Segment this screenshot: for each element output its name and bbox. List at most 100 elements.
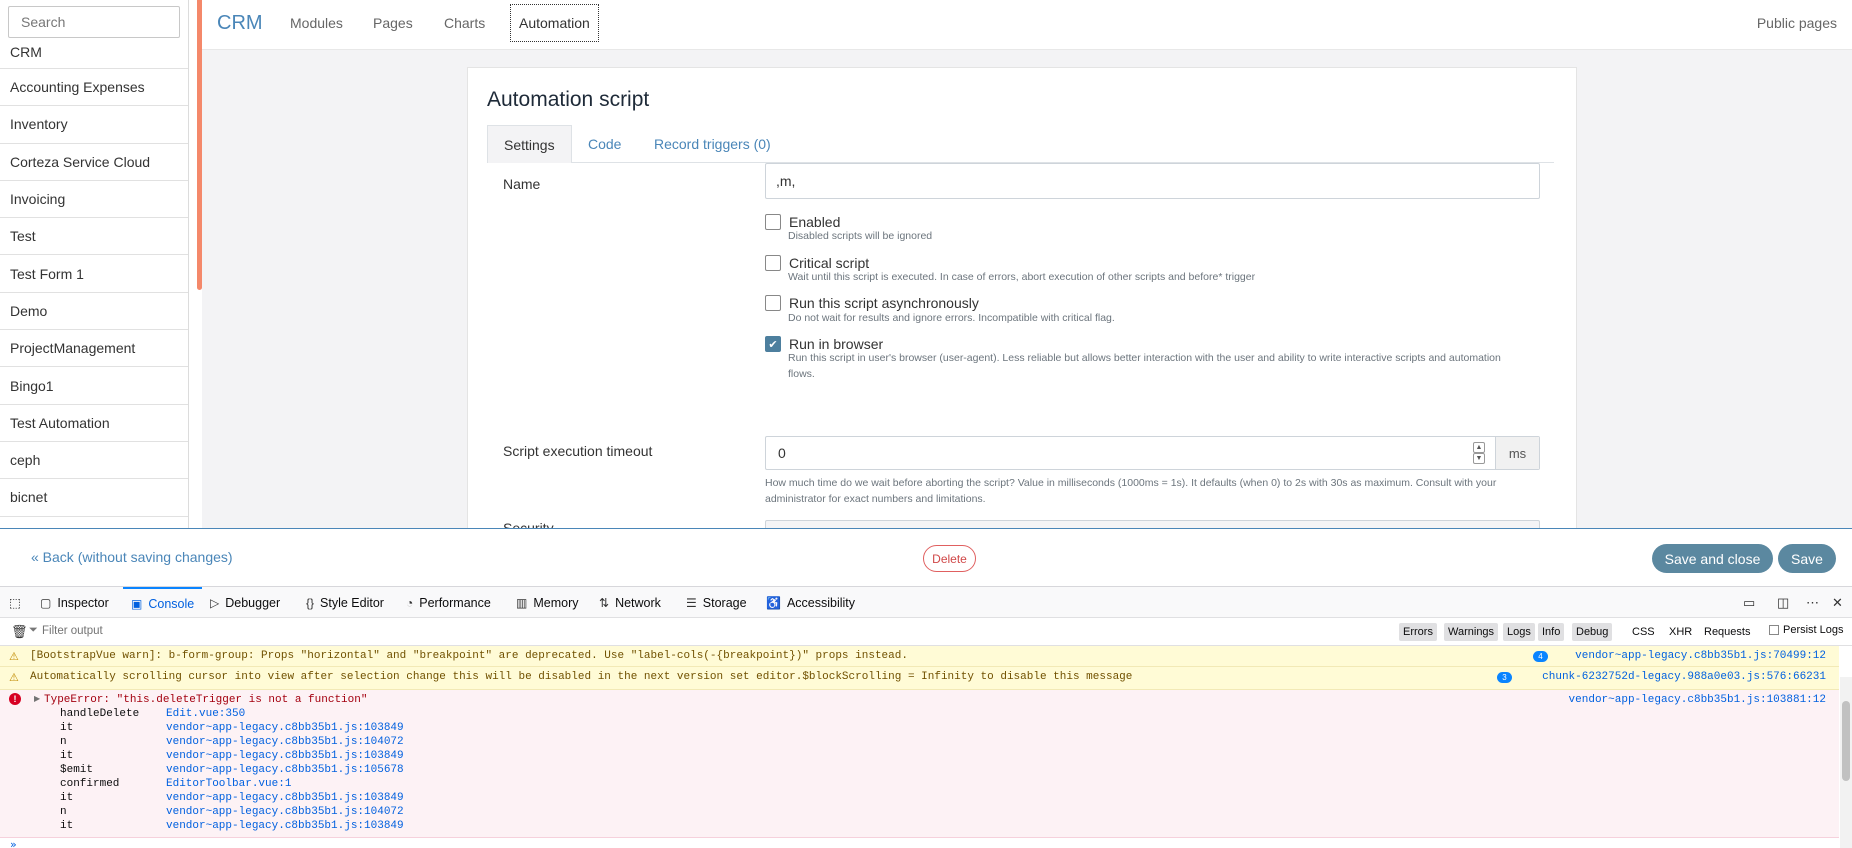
sidebar-item[interactable]: Corteza Service Cloud <box>0 144 188 181</box>
public-pages-link[interactable]: Public pages <box>1757 15 1837 31</box>
filter-info[interactable]: Info <box>1538 623 1565 641</box>
error-text: TypeError: "this.deleteTrigger is not a … <box>44 694 368 706</box>
delete-button[interactable]: Delete <box>923 545 976 572</box>
filter-logs[interactable]: Logs <box>1503 623 1535 641</box>
sidebar-item[interactable]: CRM <box>0 44 188 69</box>
sidebar-item[interactable]: Test Form 1 <box>0 255 188 293</box>
error-icon: ! <box>9 693 21 705</box>
save-button[interactable]: Save <box>1778 544 1836 573</box>
tab-console[interactable]: ▣ Console <box>123 587 203 618</box>
stack-frame-link[interactable]: vendor~app-legacy.c8bb35b1.js:104072 <box>166 806 404 820</box>
filter-requests[interactable]: Requests <box>1700 623 1754 641</box>
stack-frame-link[interactable]: vendor~app-legacy.c8bb35b1.js:104072 <box>166 736 404 750</box>
console-input-prompt[interactable]: » <box>10 838 17 848</box>
page-title: Automation script <box>487 88 650 111</box>
async-label[interactable]: Run this script asynchronously <box>789 295 979 311</box>
timeout-input[interactable]: 0 <box>766 437 1473 469</box>
clear-console-icon[interactable]: 🗑 <box>11 624 28 640</box>
warning-icon: ⚠ <box>9 671 19 684</box>
tab-storage[interactable]: ☰ Storage <box>686 587 747 618</box>
debugger-icon: ▷ <box>210 595 220 610</box>
more-options-icon[interactable]: ⋯ <box>1806 595 1819 611</box>
timeout-unit: ms <box>1495 437 1539 469</box>
close-devtools-icon[interactable]: ✕ <box>1832 595 1843 611</box>
expand-triangle-icon[interactable]: ▶ <box>34 694 40 703</box>
async-checkbox[interactable] <box>765 295 781 311</box>
tab-memory[interactable]: ▥ Memory <box>516 587 579 618</box>
async-checkbox-row[interactable]: Run this script asynchronously <box>765 295 979 311</box>
stack-frame: it vendor~app-legacy.c8bb35b1.js:103849 <box>60 722 404 736</box>
dock-toggle-icon[interactable]: ◫ <box>1777 595 1789 611</box>
sidebar-item[interactable]: bicnet <box>0 479 188 517</box>
filter-css[interactable]: CSS <box>1628 623 1659 641</box>
app-window: CRM Accounting Expenses Inventory Cortez… <box>0 0 1852 848</box>
sidebar-item[interactable]: ProjectManagement <box>0 330 188 368</box>
stack-frame-link[interactable]: vendor~app-legacy.c8bb35b1.js:103849 <box>166 722 404 736</box>
message-source-link[interactable]: chunk-6232752d-legacy.988a0e03.js:576:66… <box>1542 671 1826 683</box>
stack-frame: n vendor~app-legacy.c8bb35b1.js:104072 <box>60 806 404 820</box>
tab-settings[interactable]: Settings <box>487 125 572 163</box>
tab-record-triggers[interactable]: Record triggers (0) <box>654 125 771 163</box>
sidebar-item[interactable]: Test Automation <box>0 405 188 442</box>
brand-title[interactable]: CRM <box>217 12 263 35</box>
console-scrollbar-thumb[interactable] <box>1842 701 1850 781</box>
filter-debug[interactable]: Debug <box>1572 623 1613 641</box>
tab-performance[interactable]: ◔ Performance <box>406 587 491 618</box>
tab-inspector[interactable]: ▢ Inspector <box>40 587 109 618</box>
save-and-close-button[interactable]: Save and close <box>1652 544 1773 573</box>
stack-frame-link[interactable]: vendor~app-legacy.c8bb35b1.js:103849 <box>166 750 404 764</box>
name-input[interactable]: ,m, <box>765 163 1540 199</box>
filter-output-input[interactable]: Filter output <box>42 625 103 637</box>
nav-modules[interactable]: Modules <box>290 15 343 31</box>
sidebar-item[interactable]: Bingo1 <box>0 367 188 405</box>
nav-pages[interactable]: Pages <box>373 15 413 31</box>
stack-frame-link[interactable]: vendor~app-legacy.c8bb35b1.js:103849 <box>166 820 404 834</box>
tab-style-editor[interactable]: {} Style Editor <box>306 587 384 618</box>
sidebar-search-input[interactable] <box>8 6 180 38</box>
element-picker-icon[interactable]: ⬚ <box>9 587 21 618</box>
sidebar-item[interactable]: Inventory <box>0 106 188 144</box>
run-in-browser-checkbox[interactable]: ✔ <box>765 336 781 352</box>
timeout-spinner[interactable]: ▲ ▼ <box>1473 437 1487 469</box>
run-in-browser-help: Run this script in user's browser (user-… <box>788 352 1501 380</box>
enabled-help: Disabled scripts will be ignored <box>788 230 933 242</box>
tab-network[interactable]: ⇅ Network <box>599 587 661 618</box>
critical-checkbox[interactable] <box>765 255 781 271</box>
sidebar-item[interactable]: Demo <box>0 293 188 331</box>
sidebar-item[interactable]: Accounting Expenses <box>0 69 188 107</box>
stack-frame-link[interactable]: vendor~app-legacy.c8bb35b1.js:103849 <box>166 792 404 806</box>
stack-frame-link[interactable]: Edit.vue:350 <box>166 708 245 722</box>
stack-frame-link[interactable]: EditorToolbar.vue:1 <box>166 778 291 792</box>
spin-down-icon[interactable]: ▼ <box>1473 453 1485 464</box>
sidebar-item[interactable]: Test <box>0 218 188 256</box>
tab-debugger[interactable]: ▷ Debugger <box>210 587 280 618</box>
console-scrollbar[interactable] <box>1840 677 1852 848</box>
enabled-checkbox[interactable] <box>765 214 781 230</box>
timeout-label: Script execution timeout <box>503 443 653 459</box>
top-navigation: CRM Modules Pages Charts Automation Publ… <box>202 0 1852 50</box>
persist-logs-checkbox[interactable]: Persist Logs <box>1769 624 1844 636</box>
persist-logs-box[interactable] <box>1769 625 1779 635</box>
tab-code[interactable]: Code <box>588 125 621 163</box>
split-console-icon[interactable]: ▭ <box>1743 595 1755 611</box>
nav-automation[interactable]: Automation <box>510 4 599 42</box>
filter-xhr[interactable]: XHR <box>1665 623 1696 641</box>
console-warning-message: ⚠ Automatically scrolling cursor into vi… <box>0 667 1839 690</box>
message-source-link[interactable]: vendor~app-legacy.c8bb35b1.js:70499:12 <box>1575 650 1826 662</box>
error-source-link[interactable]: vendor~app-legacy.c8bb35b1.js:103881:12 <box>1569 694 1826 706</box>
security-label: Security <box>503 520 554 528</box>
sidebar-item[interactable]: ceph <box>0 442 188 480</box>
back-link[interactable]: « Back (without saving changes) <box>31 549 233 565</box>
stack-frame-link[interactable]: vendor~app-legacy.c8bb35b1.js:105678 <box>166 764 404 778</box>
timeout-help: How much time do we wait before aborting… <box>765 477 1497 505</box>
filter-warnings[interactable]: Warnings <box>1444 623 1499 641</box>
nav-charts[interactable]: Charts <box>444 15 485 31</box>
memory-icon: ▥ <box>516 595 528 610</box>
sidebar-item[interactable]: Invoicing <box>0 181 188 219</box>
spin-up-icon[interactable]: ▲ <box>1473 442 1485 453</box>
tab-accessibility[interactable]: ♿ Accessibility <box>766 587 855 618</box>
inspector-icon: ▢ <box>40 595 52 610</box>
filter-errors[interactable]: Errors <box>1399 623 1437 641</box>
security-select[interactable] <box>765 520 1540 528</box>
message-text: Automatically scrolling cursor into view… <box>30 671 1133 683</box>
